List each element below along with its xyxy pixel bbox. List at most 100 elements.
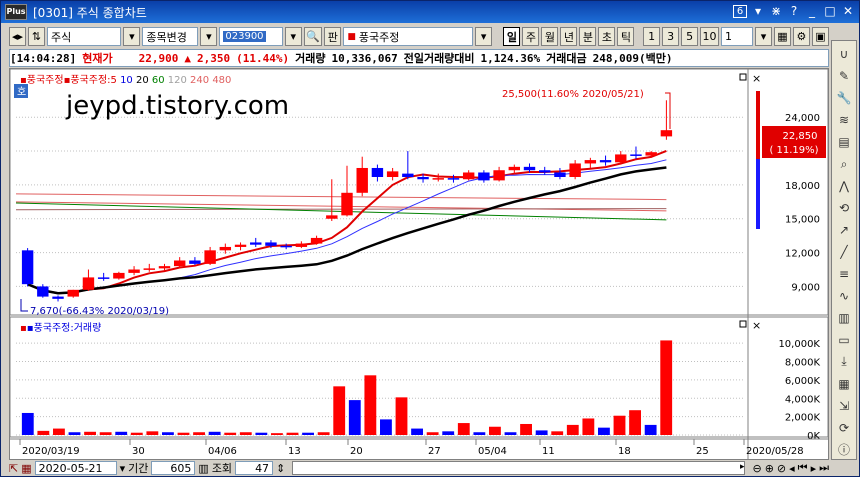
horizontal-scrollbar[interactable]: ▸	[292, 461, 746, 475]
change-mode-dropdown-icon[interactable]: ▾	[200, 27, 218, 46]
candle-body	[523, 166, 536, 171]
change-percent: (11.44%)	[236, 51, 290, 65]
volume-bar	[520, 423, 532, 435]
legend-item: 240	[187, 75, 209, 86]
line-icon[interactable]: ╱	[834, 243, 854, 262]
market-dropdown-icon[interactable]: ▾	[123, 27, 141, 46]
tool-icon[interactable]: ✎	[834, 67, 854, 86]
volume-bar	[208, 431, 221, 435]
alert-icon[interactable]: ⓘ	[834, 440, 854, 459]
candle-body	[82, 277, 95, 290]
candle-body	[417, 177, 429, 180]
quote-bar: [14:04:28] 현재가 22,900 ▲ 2,350 (11.44%) 거…	[9, 49, 829, 67]
code-dropdown-icon[interactable]: ▾	[284, 27, 302, 46]
download-icon[interactable]: ⤓	[834, 352, 854, 371]
settings-asterisk-icon[interactable]: ⋇	[769, 4, 783, 18]
current-price: 22,900	[138, 51, 179, 65]
interval-10-button[interactable]: 10	[700, 27, 719, 46]
close-icon[interactable]: ✕	[841, 4, 855, 18]
bars-icon[interactable]: ▥	[834, 308, 854, 327]
zoom-plus-icon[interactable]: ⊕	[765, 462, 774, 475]
updown-arrows-button[interactable]: ⇅	[28, 27, 45, 46]
minimize-icon[interactable]: _	[805, 4, 819, 18]
zoom-in-icon[interactable]: ⇱	[9, 462, 18, 475]
period-tab-second[interactable]: 초	[598, 27, 616, 46]
last-page-icon[interactable]: ⏭	[819, 461, 829, 475]
note-icon[interactable]: ▭	[834, 330, 854, 349]
price-y-tick: 9,000	[791, 282, 820, 293]
pattern-icon[interactable]: ⋀	[834, 177, 854, 196]
calendar-icon[interactable]: ▦	[21, 462, 31, 475]
chart-area[interactable]: 24,00021,00018,00015,00012,0009,000 10,0…	[9, 68, 829, 460]
scroll-end-icon[interactable]: ▸	[811, 462, 817, 475]
zoom-out-icon[interactable]: ⊖	[752, 462, 761, 475]
first-page-icon[interactable]: ⏮	[798, 461, 808, 475]
volume-bar	[629, 410, 641, 435]
table-icon[interactable]: ▦	[834, 374, 854, 393]
price-y-tick: 24,000	[785, 113, 820, 124]
refresh-icon[interactable]: ⟳	[834, 418, 854, 437]
interval-input[interactable]: 1	[721, 27, 753, 46]
chart-canvas[interactable]: 24,00021,00018,00015,00012,0009,000 10,0…	[10, 69, 828, 459]
export-icon[interactable]: ⇲	[834, 396, 854, 415]
period-tab-week[interactable]: 주	[522, 27, 540, 46]
volume-bar	[115, 431, 128, 435]
period-tab-day[interactable]: 일	[503, 27, 521, 46]
interval-5-button[interactable]: 5	[681, 27, 699, 46]
legend-item: 20	[133, 75, 149, 86]
restore-icon[interactable]: ⊘	[777, 462, 786, 475]
market-select[interactable]: 주식	[47, 27, 122, 46]
wrench-icon[interactable]: 🔧	[834, 89, 854, 108]
auto-icon[interactable]: ⟲	[834, 199, 854, 218]
wave-icon[interactable]: ∿	[834, 286, 854, 305]
change-mode-select[interactable]: 종목변경	[142, 27, 199, 46]
scroll-left-icon[interactable]: ◂	[789, 462, 795, 475]
price-panel-close-icon[interactable]: ×	[752, 72, 761, 85]
legend-item: ▪풍국주정:5	[64, 74, 117, 86]
help-icon[interactable]: ?	[787, 4, 801, 18]
volume-bar	[442, 431, 455, 435]
period-count-input[interactable]: 605	[151, 461, 196, 475]
date-dropdown-icon[interactable]: ▾	[120, 462, 126, 475]
volume-panel-close-icon[interactable]: ×	[752, 319, 761, 332]
maximize-icon[interactable]: □	[823, 4, 837, 18]
x-tick-label: 18	[618, 446, 631, 457]
trend-icon[interactable]: ↗	[834, 221, 854, 240]
page-dropdown-icon[interactable]: ▾	[751, 4, 765, 18]
period-tab-month[interactable]: 월	[541, 27, 559, 46]
period-tab-minute[interactable]: 분	[579, 27, 597, 46]
scroll-right-icon[interactable]: ▸	[740, 462, 745, 474]
grid-icon[interactable]: ▦	[773, 27, 791, 46]
fibonacci-icon[interactable]: ≡	[834, 265, 854, 284]
collapse-icon[interactable]: ∪	[834, 45, 854, 64]
stock-name-dropdown-icon[interactable]: ▾	[475, 27, 493, 46]
interval-value: 1	[725, 30, 732, 43]
stock-code-input[interactable]: 023900	[219, 27, 283, 46]
title-buttons: 6 ▾ ⋇ ? _ □ ✕	[733, 4, 855, 18]
search-icon[interactable]: 🔍	[303, 27, 323, 46]
search-chart-icon[interactable]: ⌕	[834, 155, 854, 174]
turnover-value: 248,009(백만)	[592, 52, 673, 65]
interval-1-button[interactable]: 1	[643, 27, 661, 46]
display-icon[interactable]: ▣	[811, 27, 829, 46]
change-mode-value: 종목변경	[146, 30, 187, 44]
stepper-icon[interactable]: ⇕	[276, 462, 285, 475]
stock-name-field[interactable]: ■ 풍국주정	[343, 27, 474, 46]
gear-icon[interactable]: ⚙	[792, 27, 810, 46]
query-icon[interactable]: ▥	[198, 462, 208, 475]
volume-bar	[286, 432, 299, 435]
page-number-button[interactable]: 6	[733, 4, 747, 18]
nav-arrows-button[interactable]: ◂▸	[9, 27, 26, 46]
pan-button[interactable]: 판	[324, 27, 342, 46]
display-count-input[interactable]: 47	[235, 461, 274, 475]
grid-chart-icon[interactable]: ▤	[834, 133, 854, 152]
indicator-icon[interactable]: ≋	[834, 111, 854, 130]
interval-3-button[interactable]: 3	[662, 27, 680, 46]
candle-body	[97, 277, 110, 279]
period-tab-tick[interactable]: 틱	[617, 27, 635, 46]
interval-dropdown-icon[interactable]: ▾	[754, 27, 772, 46]
period-tab-year[interactable]: 년	[560, 27, 578, 46]
prev-ratio-value: 1,124.36%	[480, 51, 541, 65]
volume-bar	[84, 431, 96, 435]
date-input[interactable]: 2020-05-21	[34, 461, 117, 475]
